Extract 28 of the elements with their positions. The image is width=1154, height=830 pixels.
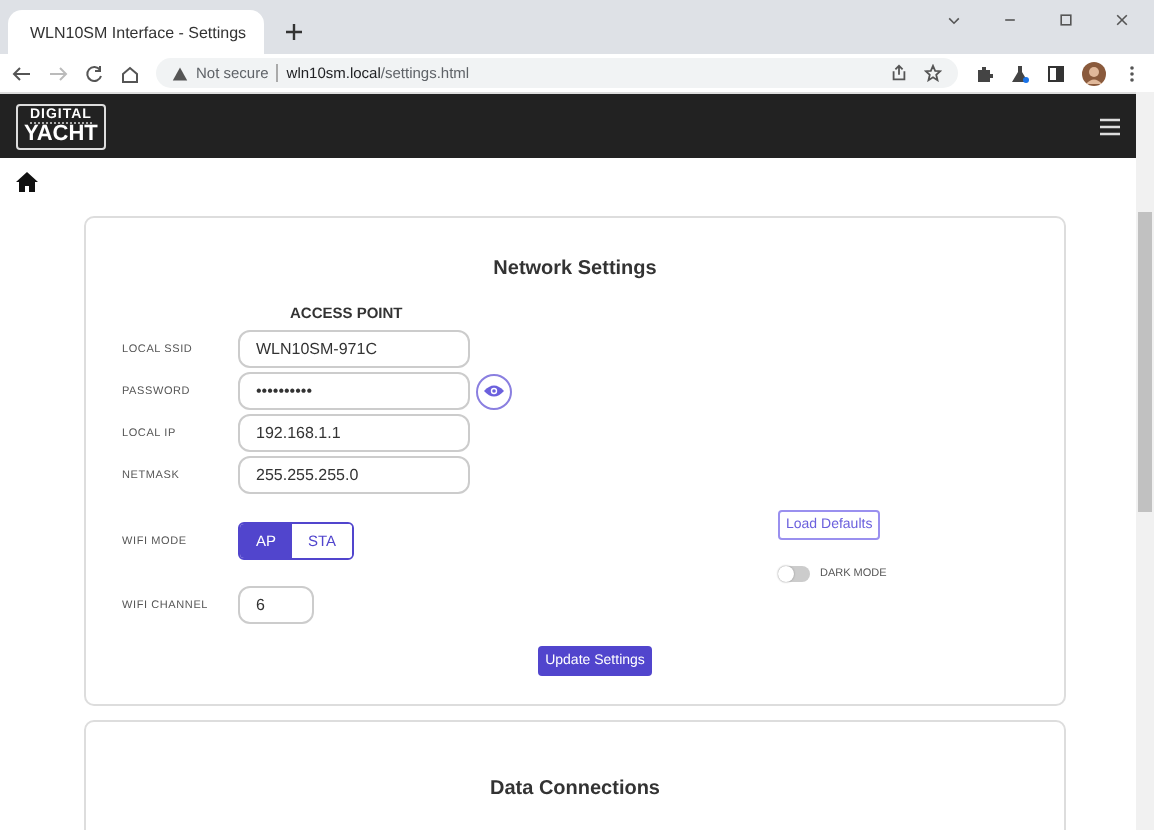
home-icon[interactable] bbox=[120, 63, 140, 83]
maximize-icon[interactable] bbox=[1058, 11, 1074, 27]
toggle-switch[interactable] bbox=[778, 566, 810, 582]
reload-icon[interactable] bbox=[84, 63, 104, 83]
star-icon[interactable] bbox=[924, 64, 942, 82]
menu-icon[interactable] bbox=[1100, 117, 1120, 135]
warning-icon bbox=[172, 65, 188, 81]
input-field[interactable]: 6 bbox=[238, 586, 314, 624]
password-field[interactable]: •••••••••• bbox=[238, 372, 470, 410]
plus-icon[interactable] bbox=[284, 22, 304, 42]
input-field[interactable]: 255.255.255.0 bbox=[238, 456, 470, 494]
close-icon[interactable] bbox=[1114, 11, 1130, 27]
flask-icon[interactable] bbox=[1010, 63, 1030, 83]
tab-title: WLN10SM Interface - Settings bbox=[30, 23, 247, 41]
input-field[interactable]: 192.168.1.1 bbox=[238, 414, 470, 452]
avatar-icon[interactable] bbox=[1082, 61, 1106, 85]
eye-icon bbox=[484, 384, 504, 398]
browser-tab[interactable]: WLN10SM Interface - Settings bbox=[8, 10, 264, 54]
sidebar-icon[interactable] bbox=[1046, 63, 1066, 83]
card-title: Network Settings bbox=[491, 258, 659, 280]
scrollbar[interactable] bbox=[1136, 92, 1154, 830]
show-password-button[interactable] bbox=[476, 373, 512, 409]
puzzle-icon[interactable] bbox=[974, 63, 994, 83]
home-icon[interactable] bbox=[16, 172, 38, 192]
share-icon[interactable] bbox=[890, 64, 908, 82]
back-icon[interactable] bbox=[12, 63, 32, 83]
input-field[interactable]: WLN10SM-971C bbox=[238, 330, 470, 368]
card-title: Data Connections bbox=[487, 778, 662, 800]
